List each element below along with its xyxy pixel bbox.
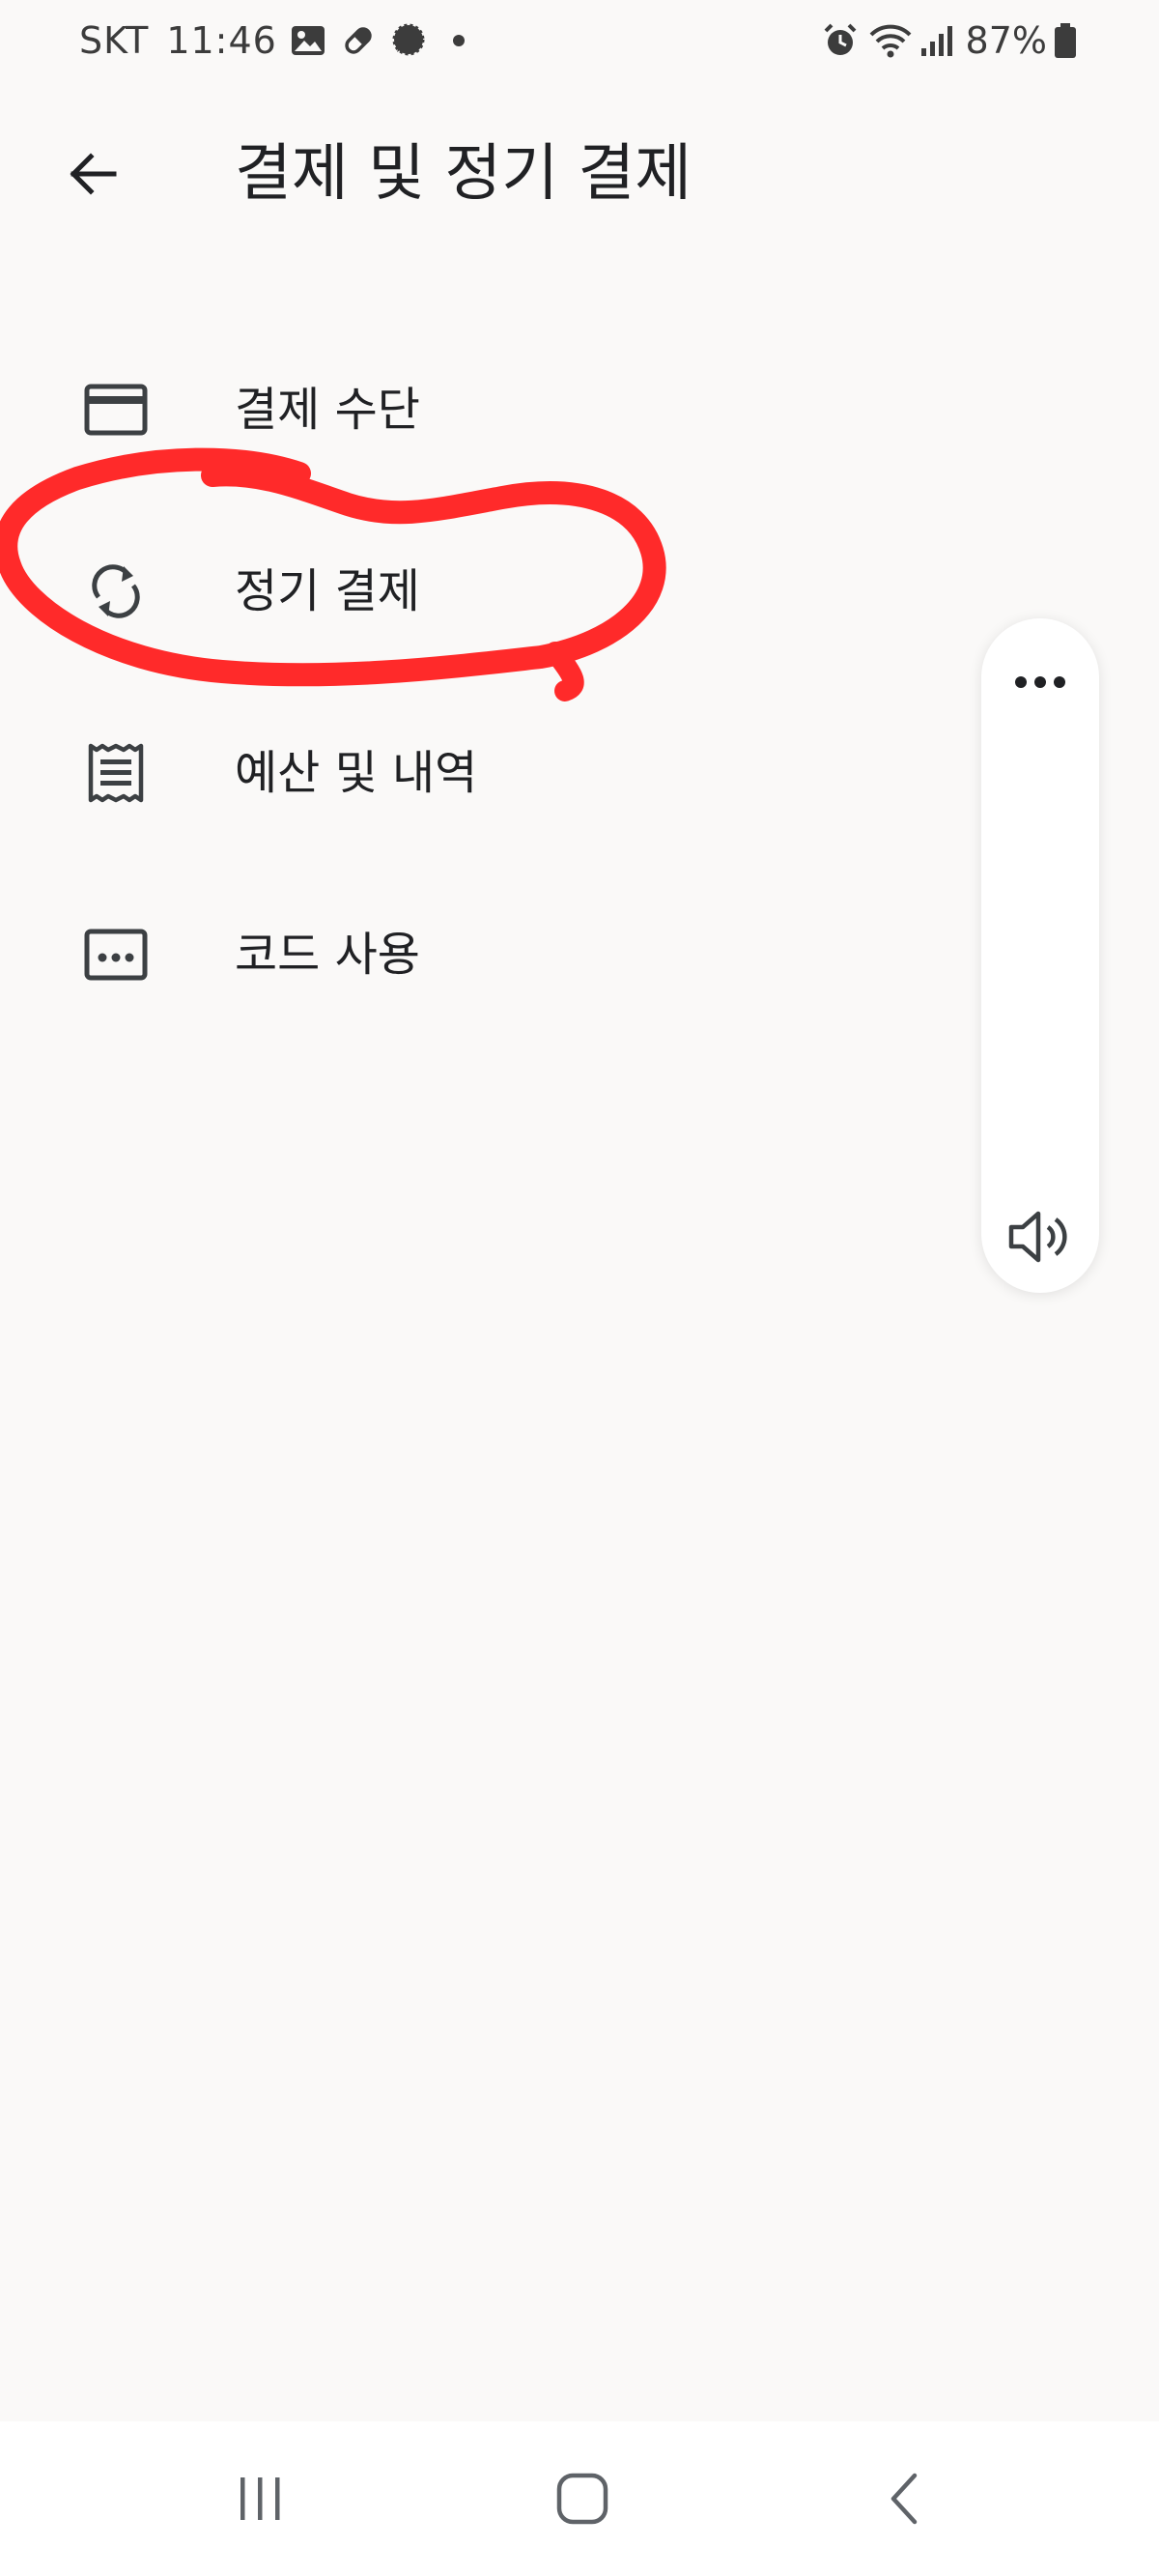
home-button[interactable] [539,2460,626,2537]
gallery-icon [289,21,327,60]
navigation-bar [0,2421,1159,2576]
more-horizontal-icon [1015,676,1065,688]
status-time: 11:46 [166,19,277,62]
recent-apps-button[interactable] [216,2460,303,2537]
wifi-icon [869,21,911,60]
app-bar: 결제 및 정기 결제 [0,106,1159,242]
recent-apps-icon [240,2477,280,2520]
menu-item-payment-methods[interactable]: 결제 수단 [0,319,966,501]
back-button[interactable] [54,135,131,213]
home-icon [556,2473,608,2525]
back-icon [890,2473,918,2525]
battery-percent: 87% [965,19,1047,62]
menu-item-budget-history[interactable]: 예산 및 내역 [0,682,966,864]
menu-item-label: 정기 결제 [235,564,420,618]
more-options-button[interactable] [1002,653,1079,711]
menu-item-redeem-code[interactable]: 코드 사용 [0,864,966,1045]
volume-icon [1008,1211,1067,1263]
nav-back-button[interactable] [862,2460,948,2537]
receipt-icon [77,742,155,804]
menu-item-label: 코드 사용 [235,928,420,982]
page-title: 결제 및 정기 결제 [235,138,693,210]
sync-icon [77,560,155,622]
floating-side-panel [981,618,1099,1293]
pill-icon [339,21,378,60]
carrier-label: SKT [79,19,150,62]
chat-bubble-icon [389,21,428,60]
redeem-code-icon [77,924,155,986]
arrow-back-icon [70,153,117,195]
battery-icon [1053,21,1091,60]
credit-card-icon [77,379,155,441]
menu-item-subscriptions[interactable]: 정기 결제 [0,501,966,682]
status-left: SKT 11:46 [79,19,478,62]
menu-item-label: 예산 및 내역 [235,746,478,800]
signal-icon [918,21,956,60]
status-right: 87% [821,19,1091,62]
alarm-icon [821,21,860,60]
notification-dot-icon [439,21,478,60]
status-bar: SKT 11:46 87% [0,0,1159,87]
volume-button[interactable] [997,1198,1084,1275]
menu-item-label: 결제 수단 [235,383,420,437]
